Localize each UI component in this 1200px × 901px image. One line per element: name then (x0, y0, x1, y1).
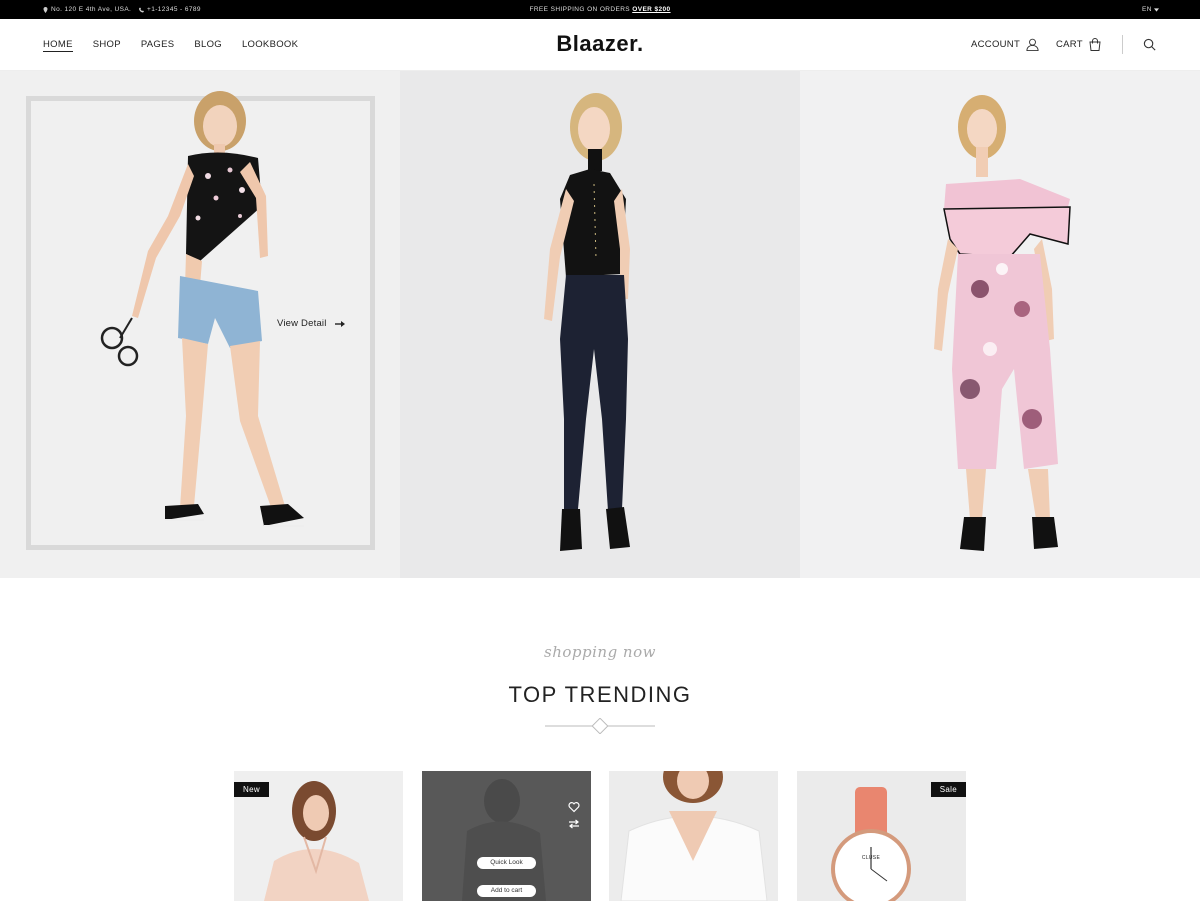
hero-panel-3[interactable] (800, 71, 1200, 578)
model-figure-2 (544, 93, 630, 551)
shipping-highlight[interactable]: OVER $200 (632, 6, 670, 13)
add-to-cart-button[interactable]: Add to cart (477, 885, 536, 897)
compare-icon[interactable] (568, 818, 580, 830)
quick-look-button[interactable]: Quick Look (477, 857, 536, 869)
product-card-3[interactable] (609, 771, 778, 901)
shipping-text: FREE SHIPPING ON ORDERS (529, 6, 631, 13)
diamond-divider-icon (545, 718, 655, 734)
hero-banner: View Detail (0, 71, 1200, 578)
account-label: ACCOUNT (971, 39, 1021, 50)
badge-new: New (234, 782, 269, 797)
product-card-4[interactable]: CLUSE Sale (797, 771, 966, 901)
cart-link[interactable]: CART (1056, 38, 1101, 51)
product-image-3 (620, 771, 768, 901)
heart-icon[interactable] (568, 801, 580, 813)
caret-down-icon (1153, 7, 1159, 12)
product-image-2 (462, 779, 546, 901)
section-title: TOP TRENDING (508, 682, 692, 707)
search-icon[interactable] (1143, 38, 1156, 51)
shipping-notice: FREE SHIPPING ON ORDERS OVER $200 (0, 6, 1200, 13)
arrow-right-icon (334, 320, 345, 327)
top-bar: No. 120 E 4th Ave, USA. +1-12345 - 6789 … (0, 0, 1200, 19)
shopping-bag-icon (1089, 38, 1101, 51)
section-subtitle: shopping now (544, 643, 656, 661)
view-detail-link[interactable]: View Detail (277, 318, 345, 329)
account-link[interactable]: ACCOUNT (971, 38, 1039, 51)
watch-brand: CLUSE (861, 855, 881, 861)
badge-sale: Sale (930, 782, 966, 797)
header-divider (1122, 35, 1123, 54)
language-selector[interactable]: EN (1142, 6, 1159, 13)
view-detail-label: View Detail (277, 318, 327, 329)
cart-label: CART (1056, 39, 1083, 50)
user-icon (1026, 38, 1039, 51)
main-header: HOME SHOP PAGES BLOG LOOKBOOK Blaazer. A… (0, 19, 1200, 71)
hero-panel-2[interactable] (400, 71, 800, 578)
model-figure-3 (934, 95, 1071, 551)
product-card-2[interactable]: Quick Look Add to cart (422, 771, 591, 901)
language-label: EN (1142, 6, 1152, 13)
hero-panel-1[interactable]: View Detail (0, 71, 400, 578)
product-card-1[interactable]: New (234, 771, 403, 901)
